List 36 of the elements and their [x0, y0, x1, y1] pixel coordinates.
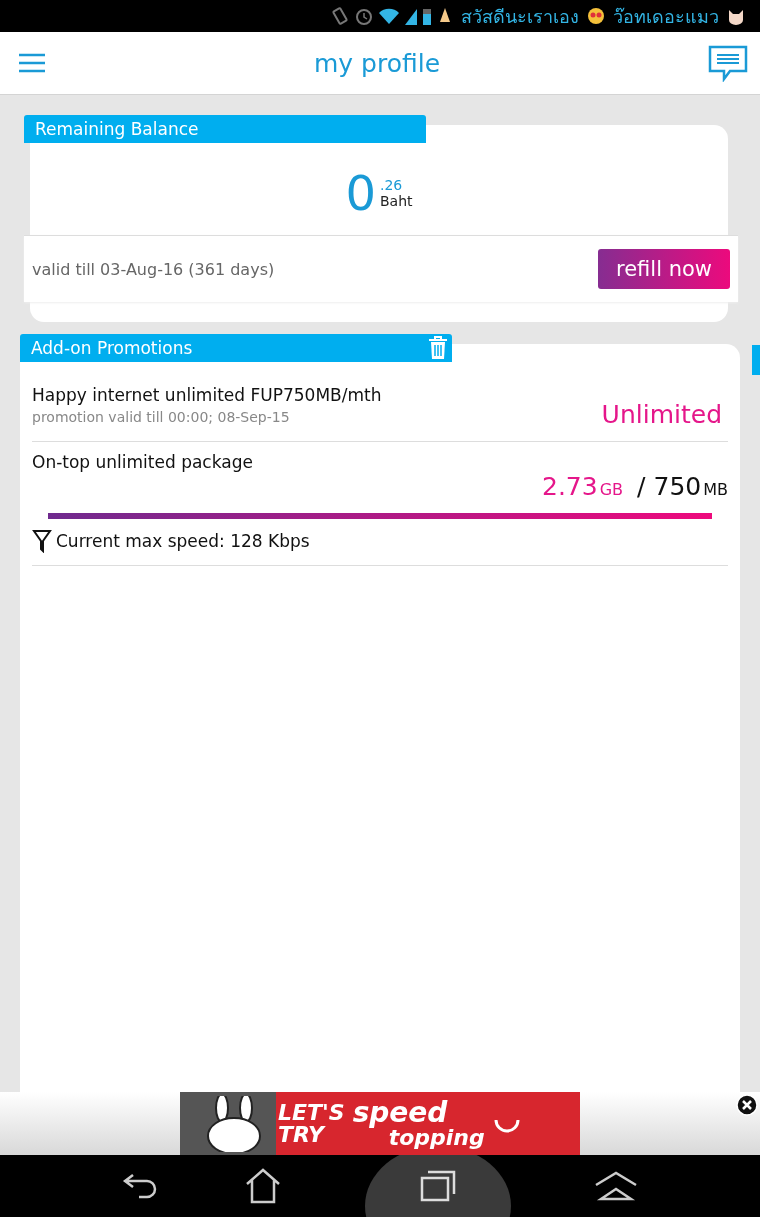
quota-value: Unlimited	[601, 399, 723, 429]
total-unit: MB	[703, 480, 728, 499]
used-amount: 2.73	[542, 472, 598, 501]
card-heading: Remaining Balance	[24, 115, 426, 143]
separator: /	[637, 472, 646, 501]
total-amount: 750	[653, 472, 702, 501]
battery-icon	[422, 6, 432, 26]
ad-text: topping	[388, 1126, 485, 1149]
notification-text: สวัสดีนะเราเอง	[460, 4, 580, 29]
close-icon[interactable]	[736, 1094, 758, 1116]
chevron-up-icon[interactable]	[593, 1169, 639, 1203]
page-title: my profile	[313, 48, 441, 78]
balance-decimals: .26	[380, 177, 404, 193]
wifi-icon	[378, 6, 400, 26]
recent-apps-icon[interactable]	[418, 1168, 458, 1204]
ad-text: speed	[352, 1098, 449, 1127]
menu-icon[interactable]	[18, 52, 46, 74]
validity-text: valid till 03-Aug-16 (361 days)	[32, 259, 275, 279]
refill-button[interactable]: refill now	[598, 249, 730, 289]
ad-text: TRY	[278, 1123, 327, 1146]
balance-amount: 0	[345, 169, 376, 217]
package-name: On-top unlimited package	[32, 452, 254, 472]
notification-text: ว๊อทเดอะแมว	[612, 4, 720, 29]
promotion-validity: promotion valid till 00:00; 08-Sep-15	[32, 408, 291, 425]
emoji-icon	[586, 6, 606, 26]
speed-text: Current max speed: 128 Kbps	[56, 531, 310, 551]
funnel-icon	[32, 529, 52, 553]
message-icon[interactable]	[708, 44, 748, 82]
currency-label: Baht	[380, 193, 413, 209]
used-unit: GB	[599, 480, 624, 499]
next-card-edge	[752, 345, 760, 375]
alarm-icon	[354, 6, 374, 26]
ad-text: LET'S	[278, 1101, 345, 1124]
vibrate-icon	[330, 6, 350, 26]
card-heading: Add-on Promotions	[31, 338, 193, 358]
promotion-name: Happy internet unlimited FUP750MB/mth	[32, 384, 382, 405]
